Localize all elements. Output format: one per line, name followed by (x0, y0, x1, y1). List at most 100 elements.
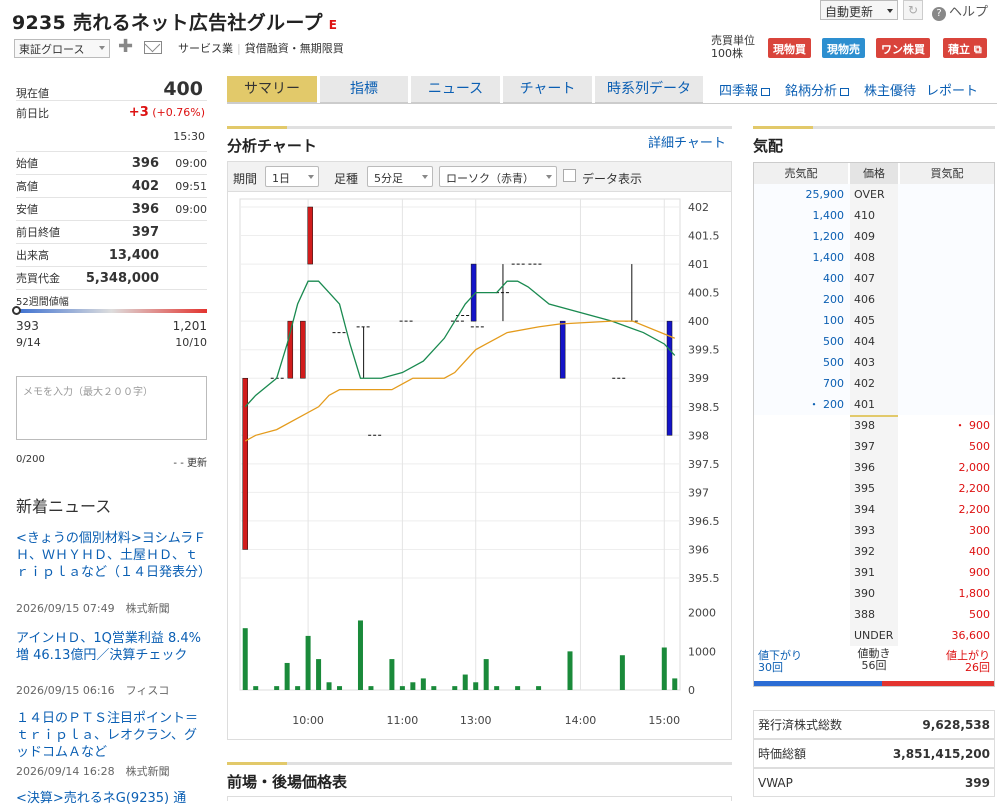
quote-row: 売買代金 5,348,000 (16, 267, 207, 290)
board-price: OVER (850, 184, 898, 205)
ask-qty: 100 (823, 314, 844, 327)
board-bid-row: 398 ・ 900 (754, 415, 994, 436)
refresh-icon[interactable]: ↻ (903, 0, 923, 20)
market-select[interactable]: 東証グロース (14, 39, 110, 58)
board-price: 390 (850, 583, 898, 604)
board-price: 395 (850, 478, 898, 499)
bid-qty: ・ 900 (954, 419, 991, 432)
spot-sell-button[interactable]: 現物売 (822, 38, 865, 58)
board-bid-row: 388 500 (754, 604, 994, 625)
data-display-checkbox[interactable] (563, 169, 576, 182)
quote-label: 安値 (16, 203, 38, 216)
link-shikiho[interactable]: 四季報 (719, 80, 771, 99)
board-header-bid: 買気配 (900, 163, 994, 184)
candle-body (666, 320, 673, 436)
tab-news[interactable]: ニュース (411, 76, 500, 103)
volume-bar (284, 662, 290, 690)
quote-row: 高値 402 09:51 (16, 175, 207, 198)
help-link[interactable]: ? ヘルプ (932, 1, 988, 21)
quote-time: 09:00 (175, 156, 207, 170)
bid-qty: 2,200 (958, 482, 991, 495)
news-item-4[interactable]: <決算>売れるネG(9235) 通 (16, 790, 208, 807)
board-price: 394 (850, 499, 898, 520)
volume-tick: 1000 (688, 645, 716, 658)
price-tick: 398 (688, 429, 709, 442)
volume-bar (494, 686, 500, 690)
bottom-section-box (227, 796, 732, 801)
accumulate-button[interactable]: 積立 ⧉ (943, 38, 987, 58)
news-item-3[interactable]: １４日のＰＴＳ注目ポイント＝ｔｒｉｐｌａ、レオクラン、グッドコムＡなど (16, 710, 208, 761)
spot-buy-button[interactable]: 現物買 (768, 38, 811, 58)
board-ask-row: 400 407 (754, 268, 994, 289)
data-display-label: データ表示 (582, 172, 643, 186)
news-item-2[interactable]: アインＨＤ、1Q営業利益 8.4%増 46.13億円／決算チェック (16, 630, 208, 664)
tab-summary[interactable]: サマリー (227, 76, 317, 103)
quote-value: 402 (131, 178, 159, 194)
price-time: 15:30 (16, 130, 207, 152)
memo-input[interactable]: メモを入力（最大２００字） (16, 376, 207, 440)
news-date-1: 2026/09/15 07:49 株式新聞 (16, 602, 170, 615)
board-ask-row: 100 405 (754, 310, 994, 331)
board-bid-row: 390 1,800 (754, 583, 994, 604)
board-price: UNDER (850, 625, 898, 646)
last-price-marker (850, 415, 898, 417)
time-tick: 11:00 (387, 714, 419, 727)
week52-label: 52週間値幅 (16, 297, 69, 308)
move-count: 値動き 56回 (857, 647, 891, 672)
volume-bar (253, 686, 259, 690)
volume-bar (536, 686, 542, 690)
price-tick: 397.5 (688, 458, 720, 471)
board-price: 406 (850, 289, 898, 310)
help-icon: ? (932, 7, 946, 21)
one-share-buy-button[interactable]: ワン株買 (876, 38, 930, 58)
volume-tick: 0 (688, 684, 695, 697)
board-price: 410 (850, 205, 898, 226)
volume-bar (473, 682, 479, 690)
price-tick: 395.5 (688, 572, 720, 585)
order-board: 売気配 価格 買気配 25,900 OVER 1,400 410 1,200 409 1,4… (753, 162, 995, 687)
candle-body (559, 320, 566, 379)
auto-update-select[interactable]: 自動更新 (820, 0, 898, 20)
bid-qty: 36,600 (951, 629, 991, 642)
board-price: 388 (850, 604, 898, 625)
price-tick: 401.5 (688, 230, 720, 243)
week52-high: 1,201 (172, 319, 207, 333)
board-price: 403 (850, 352, 898, 373)
volume-bar (242, 628, 248, 690)
tab-timeseries[interactable]: 時系列データ (595, 76, 703, 103)
mail-icon[interactable] (144, 41, 162, 54)
quote-label: 始値 (16, 157, 38, 170)
time-tick: 13:00 (460, 714, 492, 727)
kind-select[interactable]: 5分足 (367, 166, 433, 187)
memo-update-link[interactable]: - - 更新 (160, 454, 207, 469)
add-watchlist-icon[interactable]: ✚ (118, 36, 133, 57)
week52-range-bar (16, 309, 207, 313)
board-section-bar (753, 126, 995, 129)
ask-qty: 25,900 (805, 188, 845, 201)
board-ask-row: 1,200 409 (754, 226, 994, 247)
bid-qty: 2,200 (958, 503, 991, 516)
volume-bar (316, 659, 322, 690)
link-yutai[interactable]: 株主優待 (864, 80, 916, 99)
quote-label: 出来高 (16, 249, 49, 262)
chevron-down-icon (99, 46, 105, 50)
board-bid-row: 392 400 (754, 541, 994, 562)
link-report[interactable]: レポート (926, 80, 978, 99)
quote-time: 09:00 (175, 202, 207, 216)
week52-low-date: 9/14 (16, 336, 41, 349)
board-ask-row: 700 402 (754, 373, 994, 394)
chevron-down-icon (308, 175, 314, 179)
board-price: 396 (850, 457, 898, 478)
news-item-1[interactable]: <きょうの個別材料>ヨシムラＦＨ、ＷＨＹＨＤ、土屋ＨＤ、ｔｒｉｐｌａなど（１４日… (16, 530, 211, 581)
board-ask-row: 500 404 (754, 331, 994, 352)
detail-chart-link[interactable]: 詳細チャート (648, 132, 726, 151)
period-select[interactable]: 1日 (265, 166, 319, 187)
tab-chart[interactable]: チャート (503, 76, 592, 103)
volume-bar (274, 686, 280, 690)
board-bid-row: 391 900 (754, 562, 994, 583)
link-analysis[interactable]: 銘柄分析 (785, 80, 850, 99)
volume-tick: 2000 (688, 607, 716, 620)
style-select[interactable]: ローソク（赤青） (439, 166, 557, 187)
volume-bar (337, 686, 343, 690)
tab-indicators[interactable]: 指標 (320, 76, 408, 103)
